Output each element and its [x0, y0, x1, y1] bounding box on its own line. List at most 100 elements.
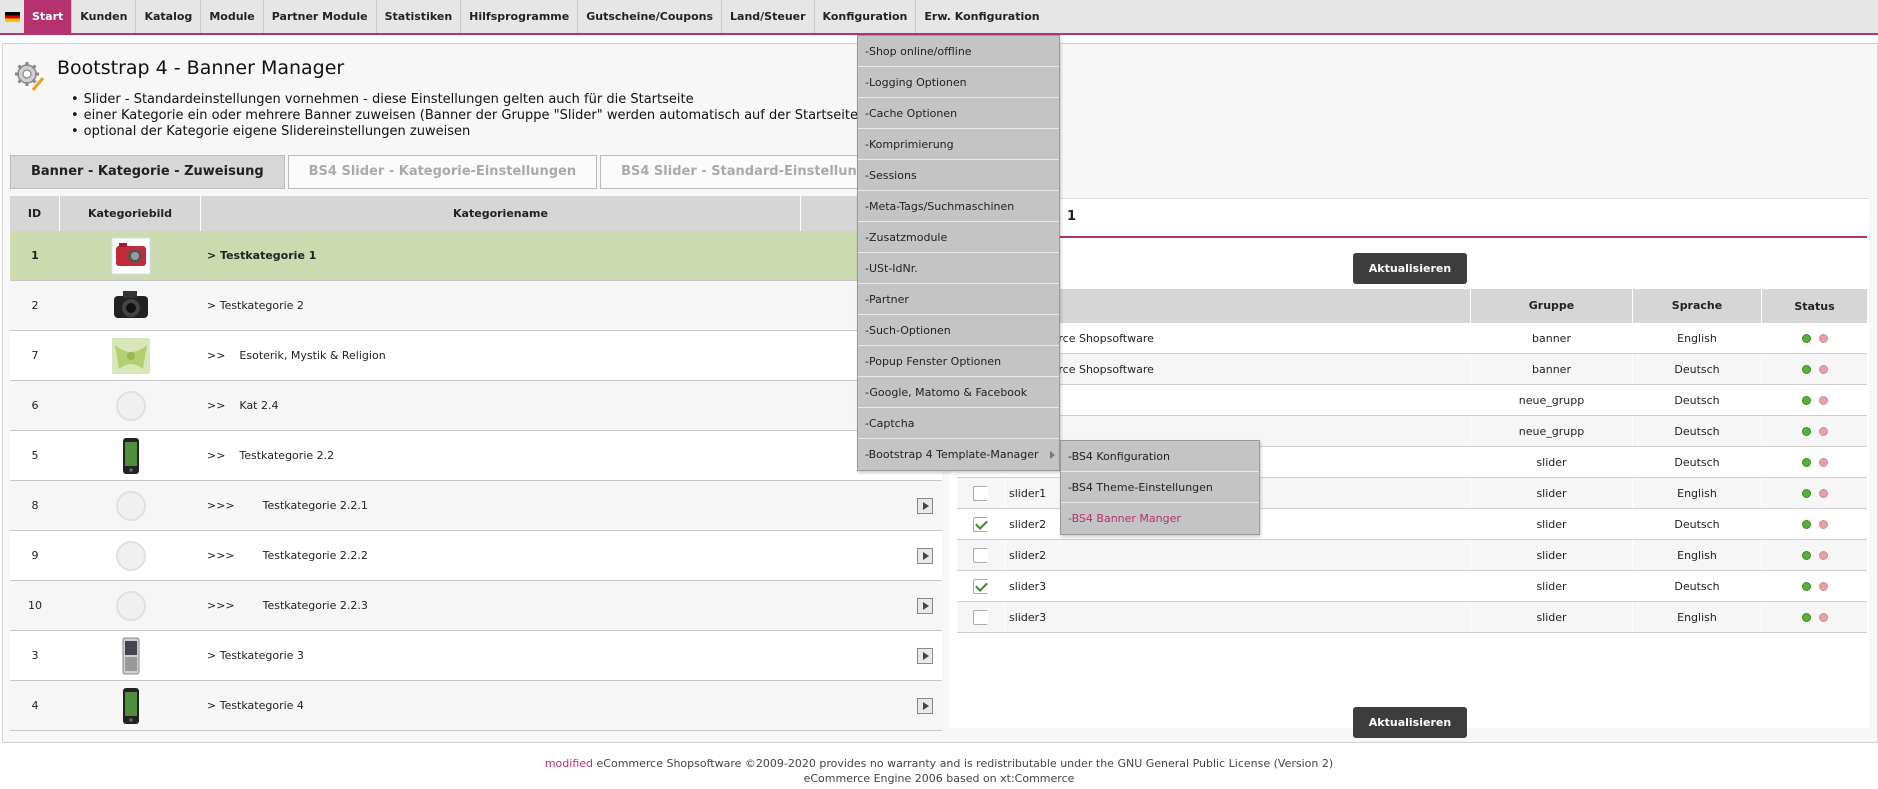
- nav-partner-module[interactable]: Partner Module: [264, 0, 377, 33]
- status-off-icon[interactable]: [1818, 612, 1828, 622]
- table-row[interactable]: 1 > Testkategorie 1: [10, 231, 942, 281]
- status-on-icon[interactable]: [1801, 550, 1811, 560]
- category-name[interactable]: >>> Testkategorie 2.2.2: [201, 531, 942, 580]
- nav-statistiken[interactable]: Statistiken: [377, 0, 462, 33]
- tab-kategorie-einstellungen[interactable]: BS4 Slider - Kategorie-Einstellungen: [287, 155, 598, 189]
- submenu-item[interactable]: -BS4 Banner Manger: [1061, 503, 1259, 534]
- update-button-bottom[interactable]: Aktualisieren: [1353, 707, 1467, 738]
- category-name[interactable]: > Testkategorie 1: [201, 231, 942, 280]
- table-row[interactable]: 8 >>> Testkategorie 2.2.1: [10, 481, 942, 531]
- dropdown-item[interactable]: -Such-Optionen: [858, 315, 1059, 346]
- category-id: 5: [31, 449, 39, 462]
- dropdown-item[interactable]: -Bootstrap 4 Template-Manager: [858, 439, 1059, 470]
- dropdown-item[interactable]: -Zusatzmodule: [858, 222, 1059, 253]
- table-row[interactable]: 3 > Testkategorie 3: [10, 631, 942, 681]
- select-checkbox[interactable]: [973, 547, 988, 563]
- dropdown-item[interactable]: -Popup Fenster Optionen: [858, 346, 1059, 377]
- dropdown-item[interactable]: -Google, Matomo & Facebook: [858, 377, 1059, 408]
- status-on-icon[interactable]: [1801, 426, 1811, 436]
- status-cell: [1762, 385, 1867, 415]
- submenu-item[interactable]: -BS4 Konfiguration: [1061, 441, 1259, 472]
- status-off-icon[interactable]: [1818, 426, 1828, 436]
- status-on-icon[interactable]: [1801, 364, 1811, 374]
- table-row[interactable]: 10 >>> Testkategorie 2.2.3: [10, 581, 942, 631]
- table-row[interactable]: 7 >> Esoterik, Mystik & Religion: [10, 331, 942, 381]
- dropdown-item[interactable]: -USt-IdNr.: [858, 253, 1059, 284]
- expand-arrow-icon[interactable]: [917, 498, 933, 514]
- dropdown-item[interactable]: -Captcha: [858, 408, 1059, 439]
- description-item: Slider - Standardeinstellungen vornehmen…: [83, 92, 870, 108]
- category-name[interactable]: >> Testkategorie 2.2: [201, 431, 942, 480]
- nav-module[interactable]: Module: [201, 0, 264, 33]
- banner-group: neue_grupp: [1471, 385, 1633, 415]
- footer-license-text: eCommerce Shopsoftware ©2009-2020 provid…: [593, 757, 1334, 770]
- category-name[interactable]: >>> Testkategorie 2.2.3: [201, 581, 942, 630]
- category-id: 2: [31, 299, 39, 312]
- table-row[interactable]: 9 >>> Testkategorie 2.2.2: [10, 531, 942, 581]
- category-name[interactable]: > Testkategorie 3: [201, 631, 942, 680]
- status-on-icon[interactable]: [1801, 519, 1811, 529]
- status-off-icon[interactable]: [1818, 457, 1828, 467]
- expand-arrow-icon[interactable]: [917, 548, 933, 564]
- dropdown-item[interactable]: -Meta-Tags/Suchmaschinen: [858, 191, 1059, 222]
- nav-hilfsprogramme[interactable]: Hilfsprogramme: [461, 0, 579, 33]
- category-id: 6: [31, 399, 39, 412]
- expand-arrow-icon[interactable]: [917, 648, 933, 664]
- category-name[interactable]: > Testkategorie 4: [201, 681, 942, 730]
- status-on-icon[interactable]: [1801, 581, 1811, 591]
- dropdown-item[interactable]: -Shop online/offline: [858, 36, 1059, 67]
- status-cell: [1762, 540, 1867, 570]
- dropdown-item[interactable]: -Logging Optionen: [858, 67, 1059, 98]
- submenu-item[interactable]: -BS4 Theme-Einstellungen: [1061, 472, 1259, 503]
- status-off-icon[interactable]: [1818, 333, 1828, 343]
- expand-arrow-icon[interactable]: [917, 598, 933, 614]
- placeholder-icon: [115, 540, 146, 571]
- select-checkbox[interactable]: [973, 516, 988, 532]
- status-off-icon[interactable]: [1818, 395, 1828, 405]
- table-row[interactable]: 6 >> Kat 2.4: [10, 381, 942, 431]
- nav-kunden[interactable]: Kunden: [72, 0, 137, 33]
- select-checkbox[interactable]: [973, 485, 988, 501]
- category-name[interactable]: >> Kat 2.4: [201, 381, 942, 430]
- status-off-icon[interactable]: [1818, 550, 1828, 560]
- nav-gutscheine[interactable]: Gutscheine/Coupons: [578, 0, 723, 33]
- category-name[interactable]: > Testkategorie 2: [201, 281, 942, 330]
- status-off-icon[interactable]: [1818, 488, 1828, 498]
- tab-banner-zuweisung[interactable]: Banner - Kategorie - Zuweisung: [10, 155, 285, 189]
- table-header: ID Kategoriebild Kategoriename: [10, 196, 942, 231]
- status-on-icon[interactable]: [1801, 488, 1811, 498]
- banner-language: English: [1633, 478, 1762, 508]
- update-button-top[interactable]: Aktualisieren: [1353, 253, 1467, 284]
- dropdown-item[interactable]: -Komprimierung: [858, 129, 1059, 160]
- table-body: 1 > Testkategorie 1 2 > Testkategorie 2 7 >> …: [10, 231, 942, 731]
- nav-katalog[interactable]: Katalog: [136, 0, 202, 33]
- status-on-icon[interactable]: [1801, 612, 1811, 622]
- category-image-cell: [60, 581, 201, 630]
- banner-panel-title: 1: [1067, 209, 1077, 224]
- dropdown-item[interactable]: -Sessions: [858, 160, 1059, 191]
- status-off-icon[interactable]: [1818, 364, 1828, 374]
- status-off-icon[interactable]: [1818, 519, 1828, 529]
- nav-erw-konfiguration[interactable]: Erw. Konfiguration: [916, 0, 1047, 33]
- footer: modified eCommerce Shopsoftware ©2009-20…: [0, 756, 1878, 786]
- table-row[interactable]: 2 > Testkategorie 2: [10, 281, 942, 331]
- nav-konfiguration[interactable]: Konfiguration: [815, 0, 917, 33]
- expand-arrow-icon[interactable]: [917, 698, 933, 714]
- banner-language: Deutsch: [1633, 416, 1762, 446]
- nav-start[interactable]: Start: [24, 0, 73, 33]
- status-on-icon[interactable]: [1801, 333, 1811, 343]
- status-on-icon[interactable]: [1801, 395, 1811, 405]
- table-row[interactable]: 4 > Testkategorie 4: [10, 681, 942, 731]
- status-on-icon[interactable]: [1801, 457, 1811, 467]
- table-row[interactable]: 5 >> Testkategorie 2.2: [10, 431, 942, 481]
- select-checkbox[interactable]: [973, 609, 988, 625]
- dropdown-item[interactable]: -Partner: [858, 284, 1059, 315]
- dropdown-item[interactable]: -Cache Optionen: [858, 98, 1059, 129]
- category-name[interactable]: >>> Testkategorie 2.2.1: [201, 481, 942, 530]
- category-name[interactable]: >> Esoterik, Mystik & Religion: [201, 331, 942, 380]
- banner-group: banner: [1471, 354, 1633, 384]
- nav-land-steuer[interactable]: Land/Steuer: [722, 0, 815, 33]
- select-checkbox[interactable]: [973, 578, 988, 594]
- status-off-icon[interactable]: [1818, 581, 1828, 591]
- german-flag-icon[interactable]: [0, 0, 24, 33]
